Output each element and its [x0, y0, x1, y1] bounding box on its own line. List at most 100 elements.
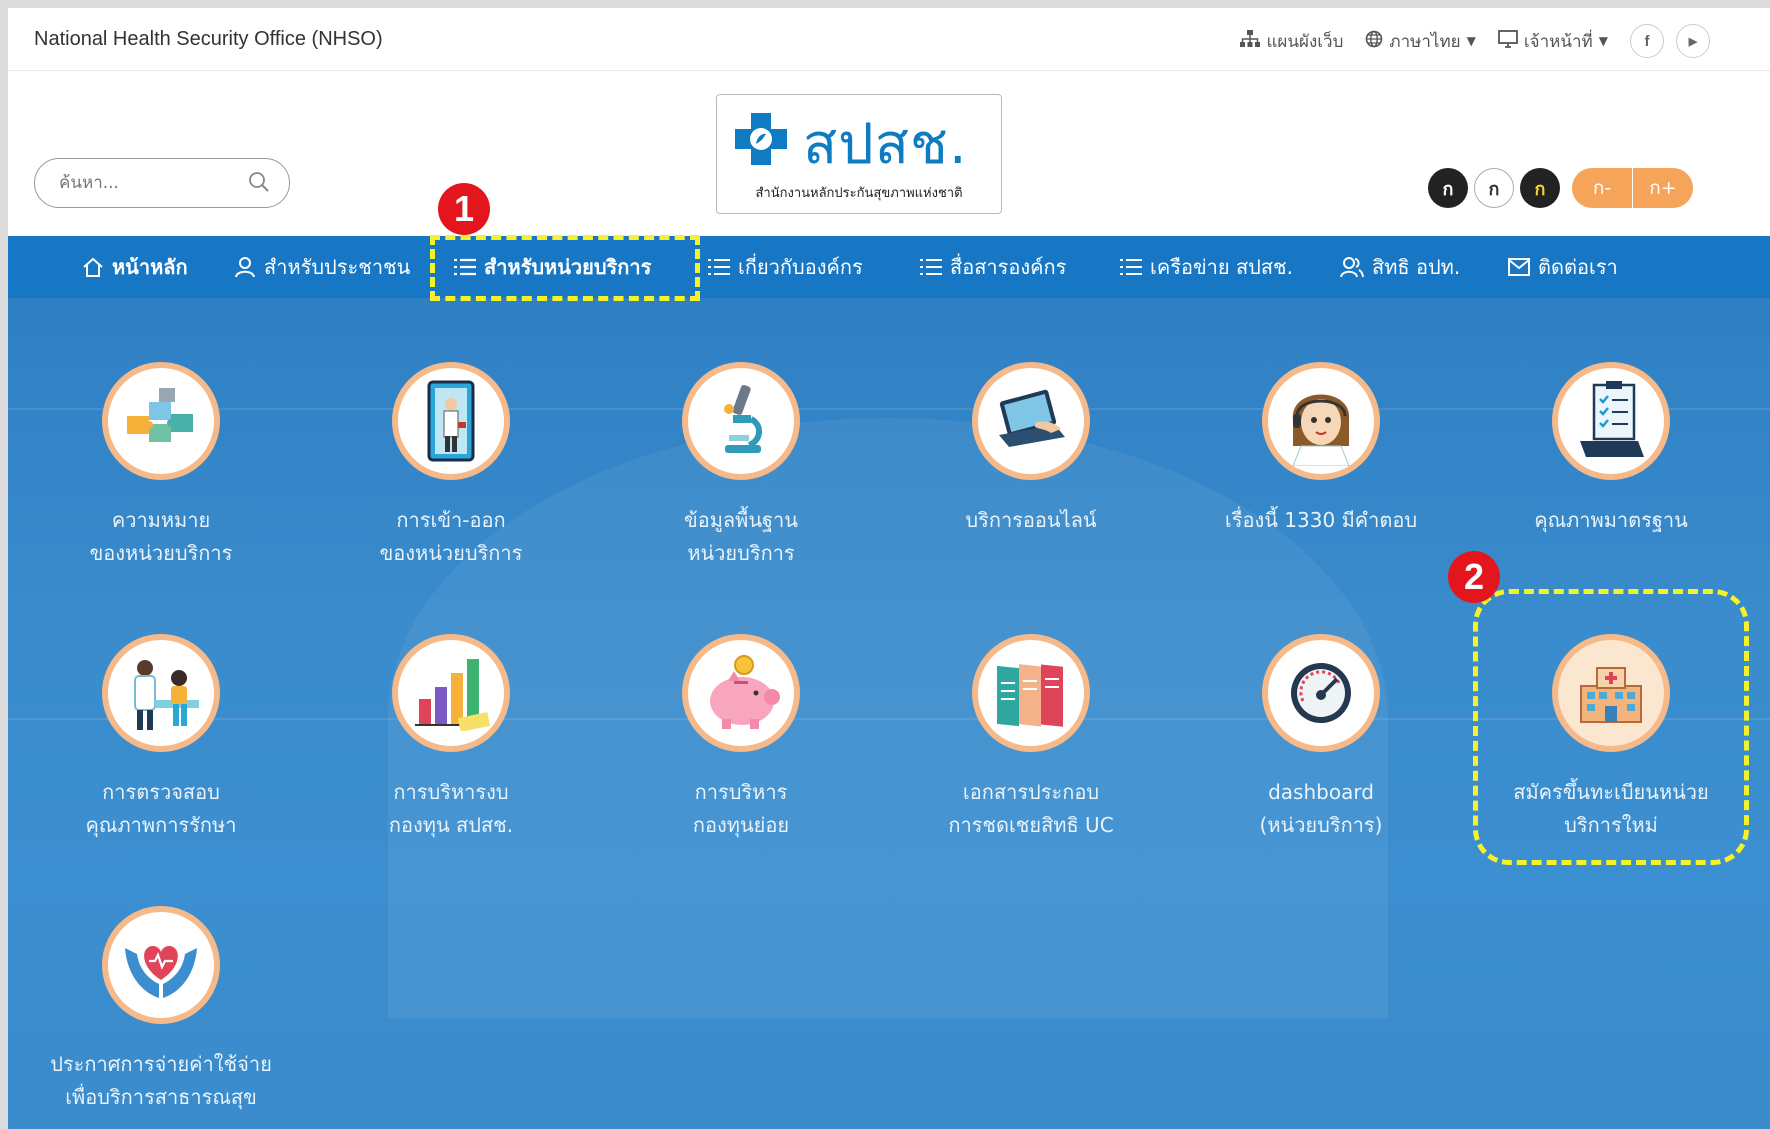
nav-home-label: หน้าหลัก — [112, 255, 188, 279]
tile-service-unit-meaning[interactable]: ความหมายของหน่วยบริการ — [16, 362, 306, 570]
tile-label-line1: เรื่องนี้ 1330 มีคำตอบ — [1224, 508, 1418, 532]
sitemap-label: แผนผังเว็บ — [1266, 31, 1344, 52]
piggybank-icon — [682, 634, 800, 752]
tile-hotline-1330[interactable]: เรื่องนี้ 1330 มีคำตอบ — [1176, 362, 1466, 537]
tile-quality-standards[interactable]: คุณภาพมาตรฐาน — [1466, 362, 1756, 537]
tile-label-line1: การเข้า-ออก — [396, 508, 506, 532]
tile-uc-compensation-docs[interactable]: เอกสารประกอบการชดเชยสิทธิ UC — [886, 634, 1176, 842]
chevron-down-icon: ▼ — [1466, 34, 1476, 48]
logo-abbreviation: สปสช. — [803, 112, 968, 177]
tile-treatment-quality-audit[interactable]: การตรวจสอบคุณภาพการรักษา — [16, 634, 306, 842]
microscope-icon — [682, 362, 800, 480]
tile-label-line1: dashboard — [1268, 780, 1374, 804]
tile-unit-entry-exit[interactable]: การเข้า-ออกของหน่วยบริการ — [306, 362, 596, 570]
contrast-black-button[interactable]: ก — [1428, 168, 1468, 208]
list-icon — [1120, 259, 1142, 275]
tile-online-services[interactable]: บริการออนไลน์ — [886, 362, 1176, 537]
documents-icon — [972, 634, 1090, 752]
nav-network-label: เครือข่าย สปสช. — [1150, 255, 1293, 279]
annotation-box-1 — [430, 235, 700, 301]
tile-label-line1: การบริหารงบ — [393, 780, 509, 804]
staff-label: เจ้าหน้าที่ — [1523, 31, 1593, 52]
nav-about[interactable]: เกี่ยวกับองค์กร — [708, 236, 863, 298]
barchart-icon — [392, 634, 510, 752]
nav-communications-label: สื่อสารองค์กร — [950, 255, 1067, 279]
chevron-down-icon: ▼ — [1598, 34, 1608, 48]
language-label: ภาษาไทย — [1389, 31, 1461, 52]
tile-label-line1: คุณภาพมาตรฐาน — [1534, 508, 1688, 532]
door-icon — [392, 362, 510, 480]
laptop-icon — [972, 362, 1090, 480]
tile-sub-fund-management[interactable]: การบริหารกองทุนย่อย — [596, 634, 886, 842]
tile-label-line1: เอกสารประกอบ — [962, 780, 1100, 804]
top-links: แผนผังเว็บ ภาษาไทย ▼ เจ้าหน้าที่ ▼ f ▶ — [1240, 24, 1710, 58]
tile-label-line2: ของหน่วยบริการ — [89, 541, 233, 565]
home-icon — [83, 257, 103, 277]
tile-label-line2: (หน่วยบริการ) — [1259, 813, 1383, 837]
list-icon — [708, 259, 730, 275]
logo-full-name: สำนักงานหลักประกันสุขภาพแห่งชาติ — [755, 186, 963, 201]
tile-label-line2: ของหน่วยบริการ — [379, 541, 523, 565]
tile-label-line1: การบริหาร — [694, 780, 788, 804]
annotation-box-2 — [1473, 589, 1749, 865]
doctor-icon — [102, 634, 220, 752]
tile-label-line1: ความหมาย — [111, 508, 211, 532]
gauge-icon — [1262, 634, 1380, 752]
tile-label-line1: ประกาศการจ่ายค่าใช้จ่าย — [50, 1052, 272, 1076]
monitor-icon — [1497, 29, 1518, 53]
puzzle-icon — [102, 362, 220, 480]
tile-label-line2: กองทุนย่อย — [692, 813, 790, 837]
contrast-white-button[interactable]: ก — [1474, 168, 1514, 208]
tile-label-line2: การชดเชยสิทธิ UC — [948, 813, 1114, 837]
tile-label-line2: หน่วยบริการ — [687, 541, 795, 565]
nav-local-gov-label: สิทธิ อปท. — [1372, 255, 1461, 279]
tile-unit-basic-info[interactable]: ข้อมูลพื้นฐานหน่วยบริการ — [596, 362, 886, 570]
globe-icon — [1365, 30, 1383, 53]
sitemap-link[interactable]: แผนผังเว็บ — [1240, 28, 1343, 55]
facebook-icon[interactable]: f — [1630, 24, 1664, 58]
youtube-icon[interactable]: ▶ — [1676, 24, 1710, 58]
page: National Health Security Office (NHSO) แ… — [8, 8, 1770, 1129]
annotation-badge-2: 2 — [1448, 551, 1500, 603]
search-icon[interactable] — [247, 170, 271, 194]
search-input[interactable] — [57, 172, 231, 194]
search-box — [34, 158, 290, 208]
tile-dashboard[interactable]: dashboard (หน่วยบริการ) — [1176, 634, 1466, 842]
language-selector[interactable]: ภาษาไทย ▼ — [1365, 28, 1476, 55]
annotation-badge-1: 1 — [438, 183, 490, 235]
tile-public-health-payment[interactable]: ประกาศการจ่ายค่าใช้จ่ายเพื่อบริการสาธารณ… — [16, 906, 306, 1114]
nav-communications[interactable]: สื่อสารองค์กร — [920, 236, 1066, 298]
font-size-control: ก- ก+ — [1572, 168, 1693, 208]
font-increase-button[interactable]: ก+ — [1633, 168, 1693, 208]
font-decrease-button[interactable]: ก- — [1572, 168, 1633, 208]
tile-fund-budget-management[interactable]: การบริหารงบ กองทุน สปสช. — [306, 634, 596, 842]
list-icon — [920, 259, 942, 275]
nav-contact-label: ติดต่อเรา — [1538, 255, 1618, 279]
nav-contact[interactable]: ติดต่อเรา — [1508, 236, 1618, 298]
logo-cross-icon — [735, 113, 787, 165]
nav-home[interactable]: หน้าหลัก — [82, 236, 188, 298]
top-bar: National Health Security Office (NHSO) แ… — [8, 8, 1770, 71]
contrast-yellow-button[interactable]: ก — [1520, 168, 1560, 208]
nav-network[interactable]: เครือข่าย สปสช. — [1120, 236, 1293, 298]
tile-label-line2: เพื่อบริการสาธารณสุข — [65, 1085, 257, 1109]
user-icon — [235, 257, 255, 278]
mail-icon — [1508, 258, 1530, 276]
tile-label-line2: คุณภาพการรักษา — [85, 813, 237, 837]
nhso-logo[interactable]: สปสช. สำนักงานหลักประกันสุขภาพแห่งชาติ — [716, 94, 1002, 214]
font-controls: ก ก ก ก- ก+ — [1428, 168, 1693, 208]
tile-label-line1: บริการออนไลน์ — [965, 508, 1097, 532]
main-nav: หน้าหลัก สำหรับประชาชน สำหรับหน่วยบริการ… — [8, 236, 1770, 298]
nav-public-label: สำหรับประชาชน — [264, 255, 411, 279]
tile-label-line1: การตรวจสอบ — [102, 780, 220, 804]
nav-about-label: เกี่ยวกับองค์กร — [738, 255, 863, 279]
nav-public[interactable]: สำหรับประชาชน — [234, 236, 410, 298]
tile-label-line1: ข้อมูลพื้นฐาน — [684, 508, 798, 532]
org-name: National Health Security Office (NHSO) — [34, 28, 383, 50]
staff-menu[interactable]: เจ้าหน้าที่ ▼ — [1497, 28, 1608, 55]
checklist-icon — [1552, 362, 1670, 480]
sitemap-icon — [1240, 29, 1261, 53]
nav-local-gov[interactable]: สิทธิ อปท. — [1340, 236, 1460, 298]
operator-icon — [1262, 362, 1380, 480]
users-icon — [1340, 257, 1364, 278]
